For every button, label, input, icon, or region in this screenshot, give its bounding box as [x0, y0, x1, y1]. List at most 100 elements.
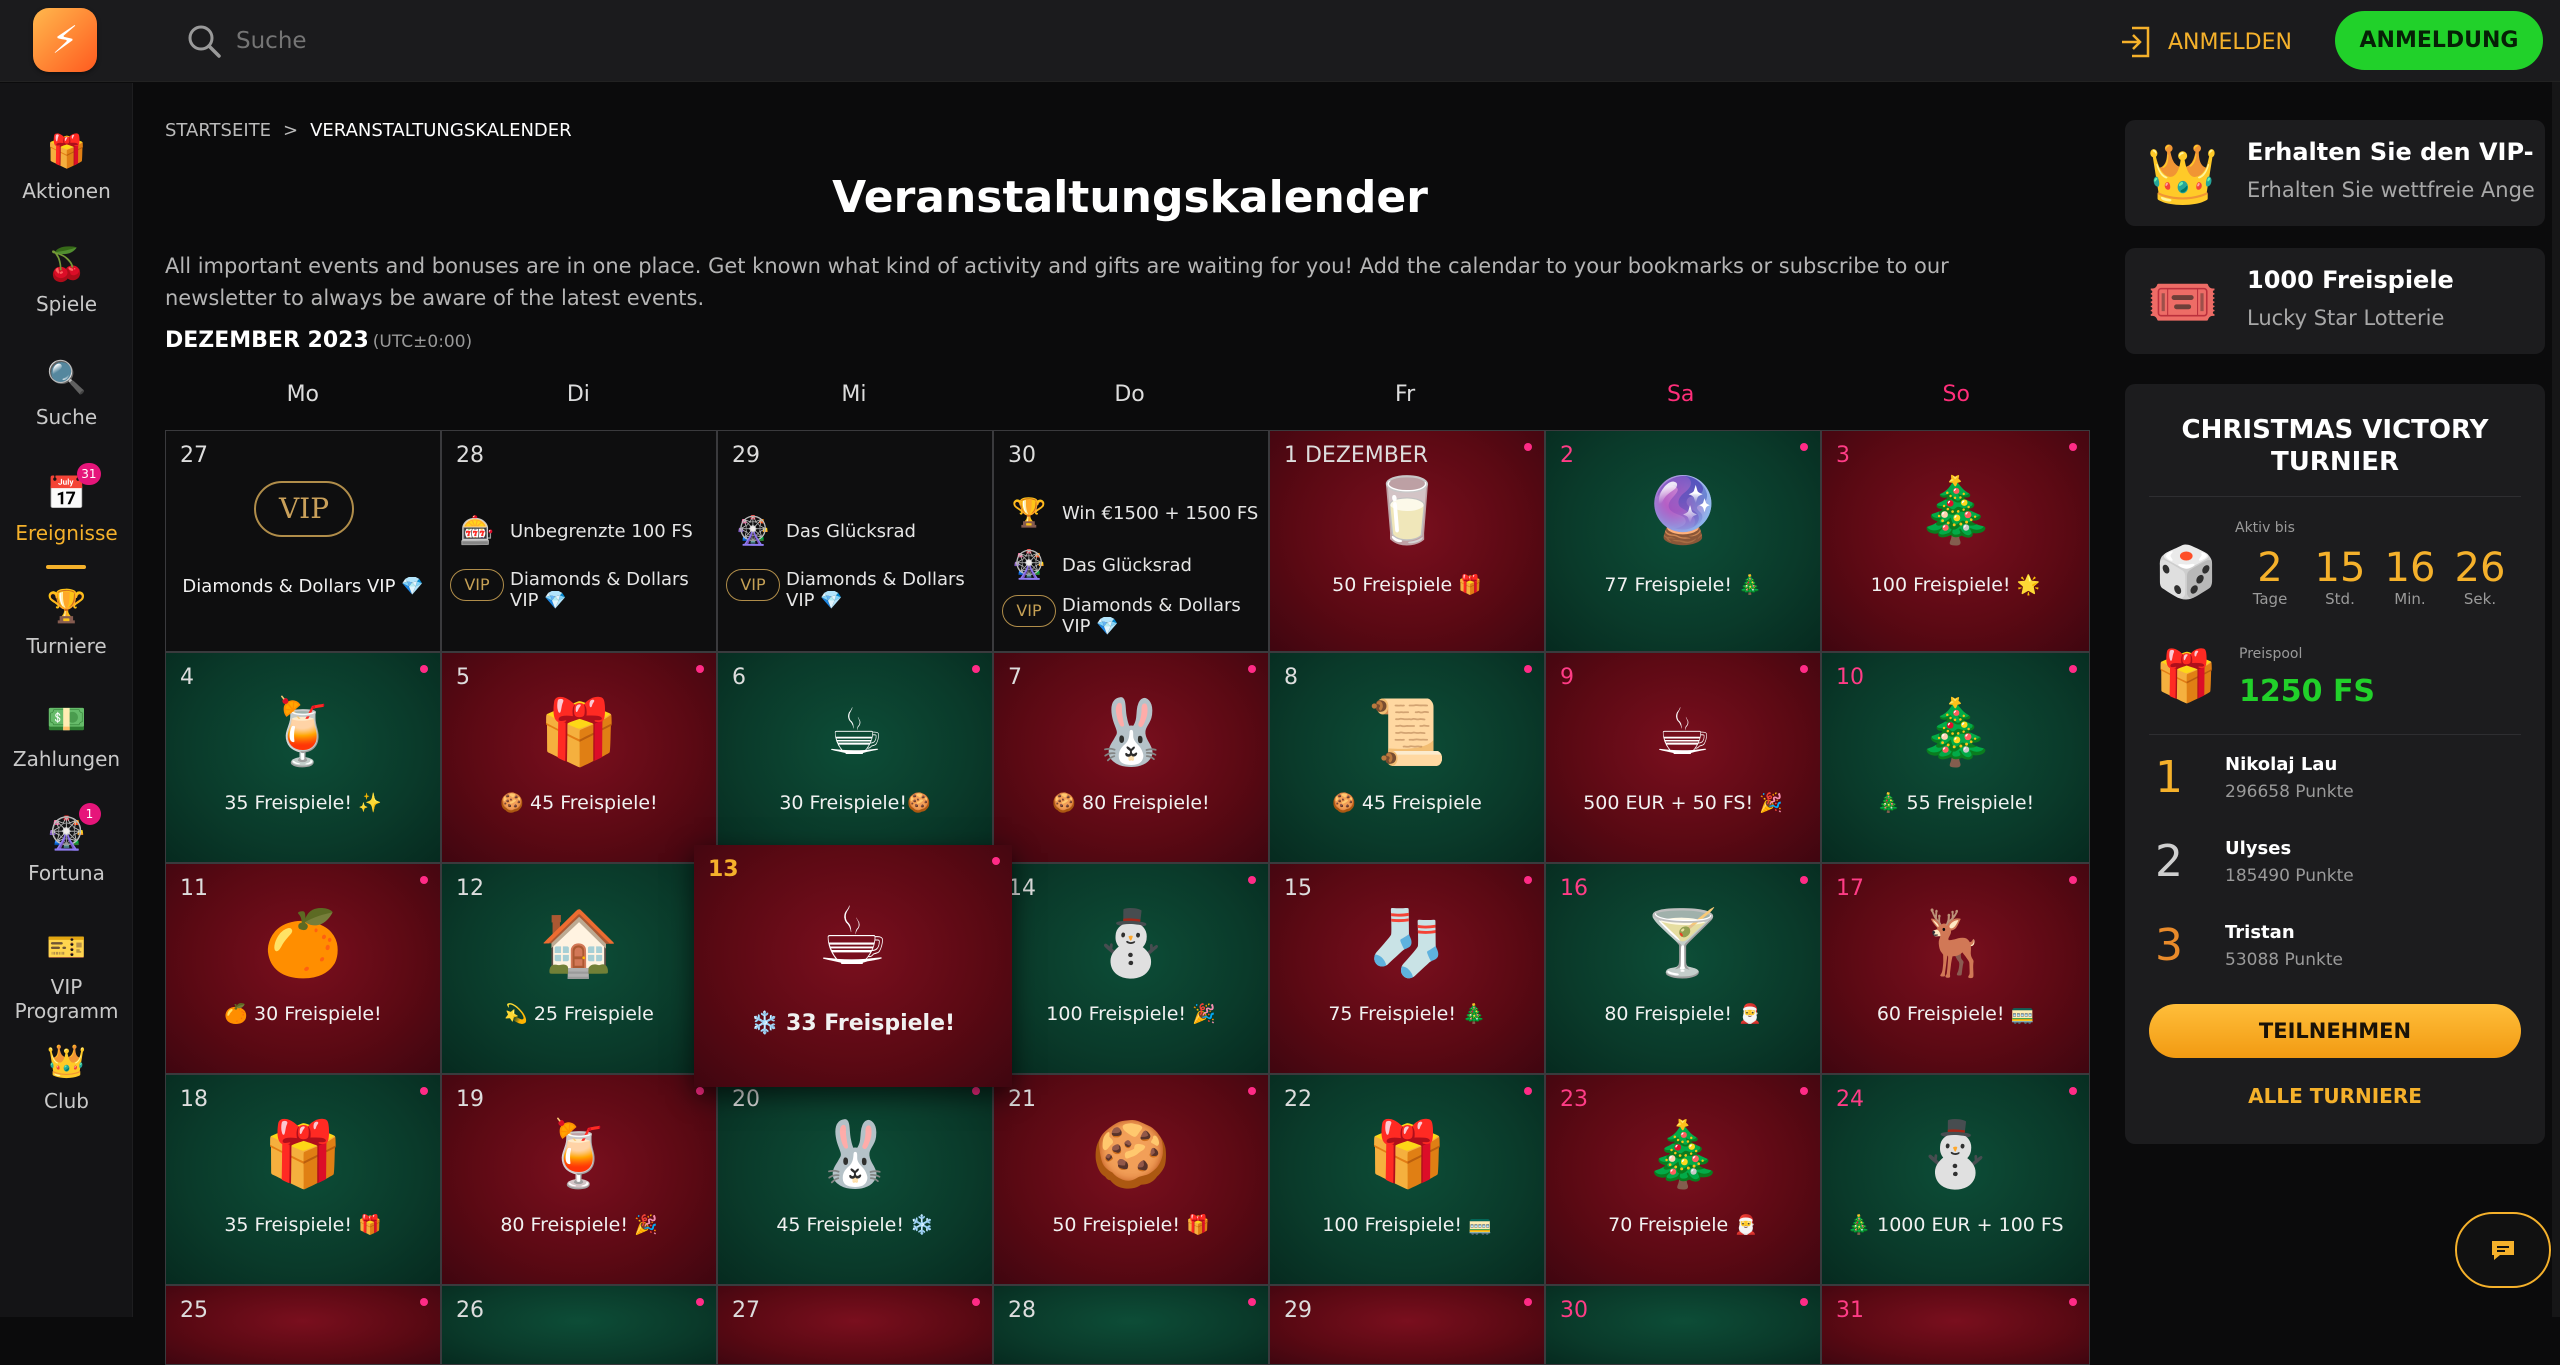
day-number: 8	[1284, 665, 1298, 690]
calendar-day-27[interactable]: 27	[717, 1285, 993, 1365]
event-row[interactable]: 🎰 Unbegrenzte 100 FS	[442, 511, 716, 551]
sidebar-item-vip-programm[interactable]: 🎫 VIP Programm	[0, 927, 133, 1027]
day-reward-label: 45 Freispiele! ❄️	[776, 1214, 934, 1236]
player-points: 185490 Punkte	[2225, 866, 2354, 886]
active-until-label: Aktiv bis	[2235, 520, 2295, 536]
sidebar-item-aktionen[interactable]: 🎁 Aktionen	[0, 131, 133, 231]
day-number: 4	[180, 665, 194, 690]
event-row[interactable]: VIP Diamonds & Dollars VIP 💎	[994, 595, 1268, 637]
sidebar-item-label: Zahlungen	[12, 747, 121, 771]
event-text: Diamonds & Dollars VIP 💎	[510, 569, 689, 611]
calendar-day-1[interactable]: 1 DEZEMBER 🥛 50 Freispiele 🎁	[1269, 430, 1545, 652]
calendar-day-30[interactable]: 30	[1545, 1285, 1821, 1365]
unread-dot	[2069, 1298, 2077, 1306]
calendar-day-30[interactable]: 30 🏆 Win €1500 + 1500 FS 🎡 Das Glücksrad V…	[993, 430, 1269, 652]
event-row[interactable]: 🏆 Win €1500 + 1500 FS	[994, 493, 1268, 533]
calendar-day-27[interactable]: 27 VIP Diamonds & Dollars VIP 💎	[165, 430, 441, 652]
day-illustration-icon: 🧦	[1367, 907, 1447, 981]
calendar-day-11[interactable]: 11 🍊 🍊 30 Freispiele!	[165, 863, 441, 1074]
calendar-day-8[interactable]: 8 📜 🍪 45 Freispiele	[1269, 652, 1545, 863]
sidebar-item-zahlungen[interactable]: 💵 Zahlungen	[0, 699, 133, 799]
unread-dot	[420, 876, 428, 884]
promo-card-vip[interactable]: 👑 Erhalten Sie den VIP-S... Erhalten Sie…	[2125, 120, 2545, 226]
calendar-day-10[interactable]: 10 🎄 🎄 55 Freispiele!	[1821, 652, 2090, 863]
sidebar-item-suche[interactable]: 🔍 Suche	[0, 357, 133, 457]
calendar-day-22[interactable]: 22 🎁 100 Freispiele! 🚃	[1269, 1074, 1545, 1285]
promo-card-lottery[interactable]: 🎟️ 1000 Freispiele Lucky Star Lotterie	[2125, 248, 2545, 354]
join-tournament-button[interactable]: TEILNEHMEN	[2149, 1004, 2521, 1058]
sidebar-item-fortuna[interactable]: 🎡 1 Fortuna	[0, 803, 133, 913]
calendar-day-28[interactable]: 28 🎰 Unbegrenzte 100 FS VIP Diamonds & Dol…	[441, 430, 717, 652]
search-box[interactable]	[184, 20, 684, 62]
calendar-day-21[interactable]: 21 🍪 50 Freispiele! 🎁	[993, 1074, 1269, 1285]
day-reward-label: 35 Freispiele! 🎁	[224, 1214, 382, 1236]
day-illustration-icon: 🏠	[539, 907, 619, 981]
all-tournaments-link[interactable]: ALLE TURNIERE	[2125, 1084, 2545, 1108]
sidebar-item-turniere[interactable]: 🏆 Turniere	[0, 586, 133, 686]
calendar-day-23[interactable]: 23 🎄 70 Freispiele 🎅	[1545, 1074, 1821, 1285]
player-name: Nikolaj Lau	[2225, 754, 2338, 775]
event-row[interactable]: 🎡 Das Glücksrad	[994, 545, 1268, 585]
chat-button[interactable]	[2455, 1212, 2551, 1288]
calendar-day-7[interactable]: 7 🐰 🍪 80 Freispiele!	[993, 652, 1269, 863]
calendar-day-18[interactable]: 18 🎁 35 Freispiele! 🎁	[165, 1074, 441, 1285]
calendar-day-14[interactable]: 14 ⛄ 100 Freispiele! 🎉	[993, 863, 1269, 1074]
day-illustration-icon: 🎁	[539, 696, 619, 770]
unread-dot	[1248, 665, 1256, 673]
player-points: 296658 Punkte	[2225, 782, 2354, 802]
event-row[interactable]: VIP Diamonds & Dollars VIP 💎	[442, 569, 716, 611]
calendar-day-13-hover-card[interactable]: 13 ☕ ❄️ 33 Freispiele!	[694, 845, 1012, 1087]
calendar-day-15[interactable]: 15 🧦 75 Freispiele! 🎄	[1269, 863, 1545, 1074]
calendar-day-25[interactable]: 25	[165, 1285, 441, 1365]
day-number: 14	[1008, 876, 1036, 901]
calendar-day-5[interactable]: 5 🎁 🍪 45 Freispiele!	[441, 652, 717, 863]
day-reward-label: 500 EUR + 50 FS! 🎉	[1583, 792, 1783, 814]
search-input[interactable]	[236, 28, 636, 54]
login-button[interactable]: ANMELDEN	[2118, 22, 2292, 62]
calendar-day-28[interactable]: 28	[993, 1285, 1269, 1365]
calendar-day-2[interactable]: 2 🔮 77 Freispiele! 🎄	[1545, 430, 1821, 652]
calendar-day-26[interactable]: 26	[441, 1285, 717, 1365]
day-reward-label: 100 Freispiele! 🎉	[1046, 1003, 1216, 1025]
unread-dot	[1248, 1087, 1256, 1095]
event-row[interactable]: VIP Diamonds & Dollars VIP 💎	[718, 569, 992, 611]
breadcrumb-home[interactable]: STARTSEITE	[165, 120, 271, 141]
countdown-unit: Std.	[2325, 590, 2355, 608]
search-icon: 🔍	[46, 358, 87, 396]
calendar-day-9[interactable]: 9 ☕ 500 EUR + 50 FS! 🎉	[1545, 652, 1821, 863]
crown-icon: 👑	[2146, 140, 2220, 208]
calendar-day-4[interactable]: 4 🍹 35 Freispiele! ✨	[165, 652, 441, 863]
day-number: 11	[180, 876, 208, 901]
calendar-day-24[interactable]: 24 ⛄ 🎄 1000 EUR + 100 FS	[1821, 1074, 2090, 1285]
sidebar-item-club[interactable]: 👑 Club	[0, 1041, 133, 1141]
logo-icon[interactable]: ⚡	[33, 8, 97, 72]
calendar-day-3[interactable]: 3 🎄 100 Freispiele! 🌟	[1821, 430, 2090, 652]
day-number: 15	[1284, 876, 1312, 901]
day-reward-label: 80 Freispiele! 🎅	[1604, 1003, 1762, 1025]
calendar-day-16[interactable]: 16 🍸 80 Freispiele! 🎅	[1545, 863, 1821, 1074]
sidebar-item-spiele[interactable]: 🍒 Spiele	[0, 244, 133, 344]
signup-button[interactable]: ANMELDUNG	[2335, 11, 2543, 70]
day-reward-label: 100 Freispiele! 🌟	[1870, 574, 2041, 596]
calendar-day-17[interactable]: 17 🦌 60 Freispiele! 🚃	[1821, 863, 2090, 1074]
calendar-day-19[interactable]: 19 🍹 80 Freispiele! 🎉	[441, 1074, 717, 1285]
calendar-day-12[interactable]: 12 🏠 💫 25 Freispiele	[441, 863, 717, 1074]
calendar-day-31[interactable]: 31	[1821, 1285, 2090, 1365]
calendar-day-6[interactable]: 6 ☕ 30 Freispiele!🍪	[717, 652, 993, 863]
vip-laurel-icon: VIP	[254, 481, 354, 537]
day-number: 7	[1008, 665, 1022, 690]
calendar-day-29[interactable]: 29 🎡 Das Glücksrad VIP Diamonds & Dollars …	[717, 430, 993, 652]
sidebar-item-ereignisse[interactable]: 📅 31 Ereignisse	[0, 463, 133, 573]
event-row[interactable]: 🎡 Das Glücksrad	[718, 511, 992, 551]
player-points: 53088 Punkte	[2225, 950, 2343, 970]
weekday-mi: Mi	[841, 382, 867, 407]
promo-subtitle: Lucky Star Lotterie	[2247, 306, 2445, 330]
day-illustration-icon: ☕	[826, 696, 884, 770]
prize-pool-label: Preispool	[2239, 646, 2303, 662]
event-text: Diamonds & Dollars VIP 💎	[786, 569, 965, 611]
calendar-day-20[interactable]: 20 🐰 45 Freispiele! ❄️	[717, 1074, 993, 1285]
page-scrollbar[interactable]	[2552, 82, 2560, 1317]
calendar-day-29[interactable]: 29	[1269, 1285, 1545, 1365]
day-reward-label: 70 Freispiele 🎅	[1608, 1214, 1758, 1236]
day-illustration-icon: 🎁	[1367, 1118, 1447, 1192]
